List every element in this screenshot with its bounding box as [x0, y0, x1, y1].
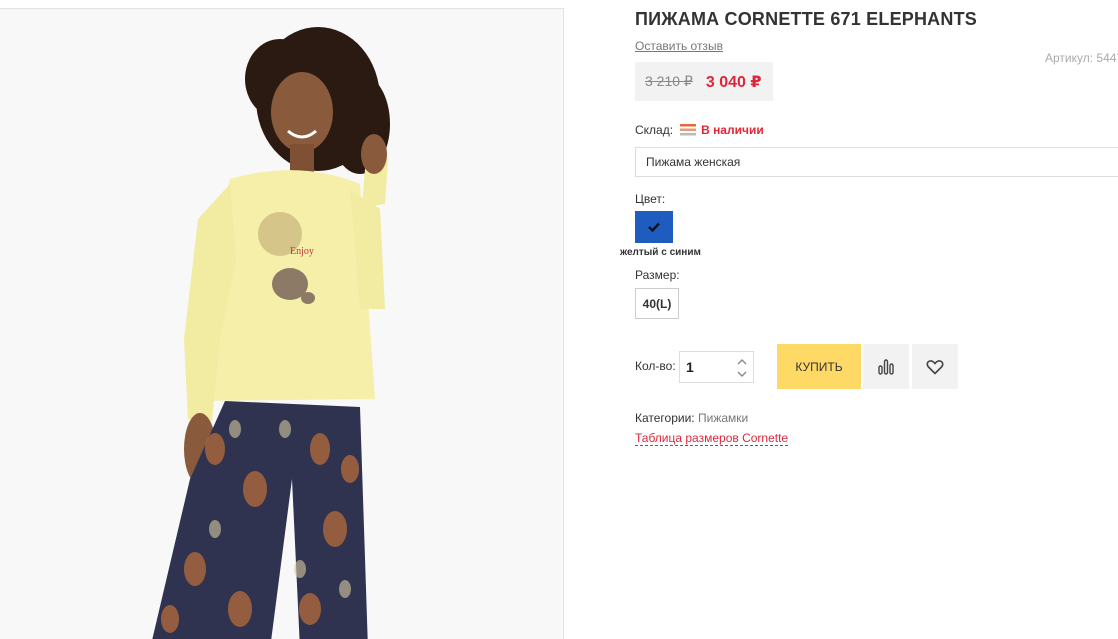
size-option-40l[interactable]: 40(L)	[635, 288, 679, 319]
product-sku: Артикул: 5447	[1045, 51, 1118, 65]
variant-select-value: Пижама женская	[646, 155, 741, 169]
product-info: ПИЖАМА CORNETTE 671 ELEPHANTS Оставить о…	[620, 0, 1118, 639]
categories: Категории: Пижамки	[635, 411, 748, 425]
svg-text:Enjoy: Enjoy	[290, 246, 314, 257]
categories-label: Категории:	[635, 411, 695, 425]
compare-button[interactable]	[863, 344, 909, 389]
checkmark-icon	[648, 222, 660, 232]
wishlist-button[interactable]	[912, 344, 958, 389]
quantity-input[interactable]	[686, 358, 731, 376]
old-price: 3 210 ₽	[645, 73, 693, 89]
buy-button[interactable]: Купить	[777, 344, 861, 389]
color-name: желтый с синим	[620, 247, 701, 258]
product-image[interactable]: Enjoy	[0, 8, 564, 639]
quantity-increase-icon[interactable]	[735, 355, 749, 367]
compare-icon	[878, 358, 894, 375]
heart-icon	[926, 359, 944, 375]
quantity-label: Кол-во:	[635, 359, 676, 373]
stock-row: Склад: В наличии	[635, 123, 764, 137]
quantity-stepper	[679, 351, 754, 383]
leave-review-link[interactable]: Оставить отзыв	[635, 39, 723, 53]
color-swatch-yellow-blue[interactable]	[635, 211, 673, 243]
color-label: Цвет:	[635, 192, 666, 206]
product-title: ПИЖАМА CORNETTE 671 ELEPHANTS	[635, 9, 977, 29]
product-photo: Enjoy	[0, 9, 563, 639]
size-table-link[interactable]: Таблица размеров Cornette	[635, 431, 789, 446]
category-link[interactable]: Пижамки	[698, 411, 748, 425]
size-label: Размер:	[635, 268, 680, 282]
stock-level-icon	[680, 124, 697, 136]
variant-select[interactable]: Пижама женская	[635, 147, 1118, 177]
stock-status: В наличии	[701, 123, 764, 137]
stock-label: Склад:	[635, 123, 674, 137]
current-price: 3 040 ₽	[705, 73, 762, 91]
price-box: 3 210 ₽ 3 040 ₽	[635, 62, 773, 101]
quantity-decrease-icon[interactable]	[735, 368, 749, 380]
